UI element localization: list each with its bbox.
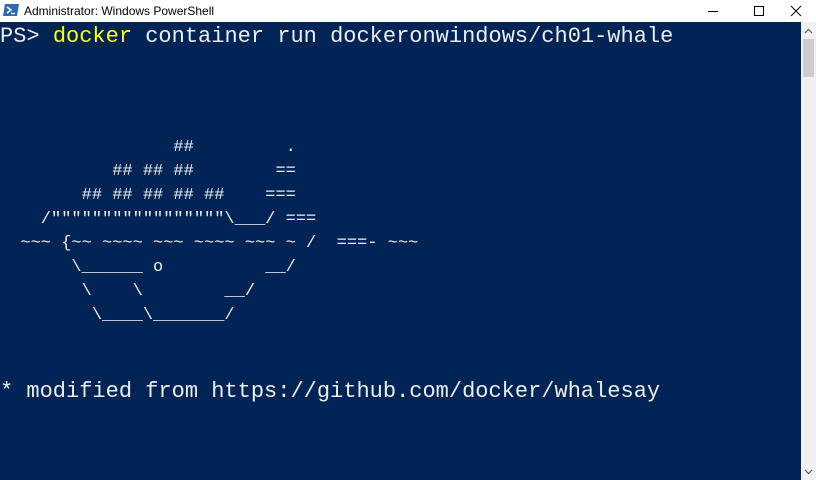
powershell-icon[interactable]: [3, 3, 19, 17]
whale-ascii-art: ## . ## ## ## == ## ## ## ## ## === /"""…: [0, 136, 418, 328]
prompt: PS>: [0, 24, 53, 49]
window-title: Administrator: Windows PowerShell: [24, 4, 215, 18]
scroll-up-button[interactable]: [801, 22, 816, 39]
scrollbar-thumb[interactable]: [803, 39, 814, 77]
art-line: ## ## ## ## ## ===: [0, 186, 296, 205]
command-keyword: docker: [52, 24, 133, 49]
title-bar[interactable]: Administrator: Windows PowerShell: [0, 0, 816, 22]
art-line: \ \ __/: [0, 282, 256, 301]
art-line: \______ o __/: [0, 258, 296, 277]
art-line: ~~~ {~~ ~~~~ ~~~ ~~~~ ~~~ ~ / ===- ~~~: [0, 234, 419, 253]
art-line: /"""""""""""""""""\___/ ===: [0, 210, 317, 229]
command-arguments: container run dockeronwindows/ch01-whale: [132, 24, 674, 49]
close-icon: [790, 5, 802, 17]
art-line: ## ## ## ==: [0, 162, 296, 181]
maximize-icon: [754, 6, 764, 16]
minimize-button[interactable]: [690, 0, 736, 22]
scroll-down-icon: [804, 469, 813, 474]
console-output[interactable]: PS> docker container run dockeronwindows…: [0, 22, 801, 480]
scroll-down-button[interactable]: [801, 463, 816, 480]
vertical-scrollbar[interactable]: [801, 22, 816, 480]
art-line: ## .: [0, 138, 296, 157]
close-button[interactable]: [776, 0, 816, 22]
command-line: PS> docker container run dockeronwindows…: [0, 24, 673, 50]
minimize-icon: [708, 11, 718, 12]
footer-note: * modified from https://github.com/docke…: [0, 379, 661, 404]
scroll-up-icon: [804, 28, 813, 33]
powershell-window: Administrator: Windows PowerShell PS> do…: [0, 0, 816, 480]
art-line: \____\_______/: [0, 306, 235, 325]
